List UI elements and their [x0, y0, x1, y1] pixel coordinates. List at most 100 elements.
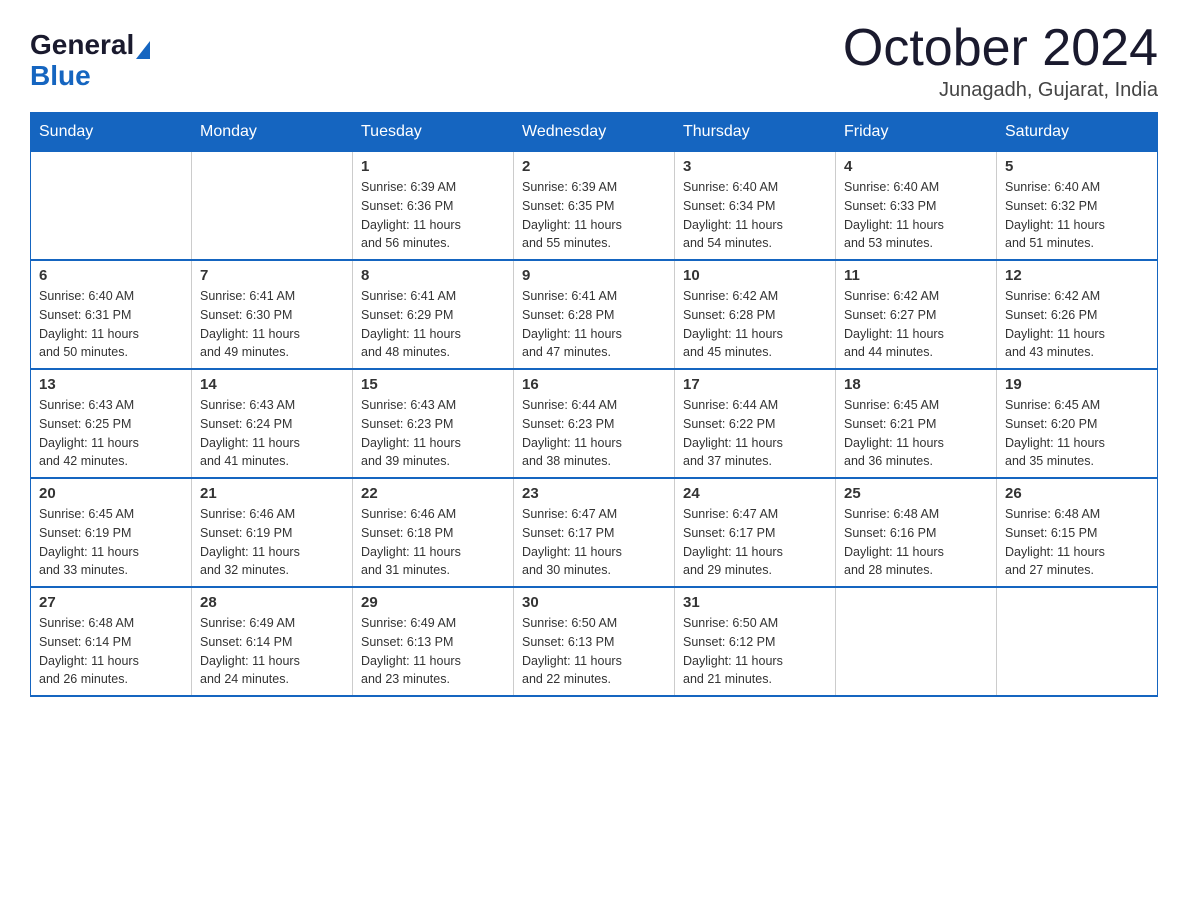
calendar-day-cell: 18 Sunrise: 6:45 AM Sunset: 6:21 PM Dayli…	[836, 369, 997, 478]
day-info: Sunrise: 6:40 AM Sunset: 6:33 PM Dayligh…	[844, 178, 988, 253]
calendar-day-cell: 7 Sunrise: 6:41 AM Sunset: 6:30 PM Daylig…	[192, 260, 353, 369]
day-info: Sunrise: 6:49 AM Sunset: 6:13 PM Dayligh…	[361, 614, 505, 689]
day-number: 3	[683, 158, 827, 175]
day-number: 28	[200, 594, 344, 611]
day-info: Sunrise: 6:42 AM Sunset: 6:28 PM Dayligh…	[683, 287, 827, 362]
calendar-day-cell: 5Sunrise: 6:40 AM Sunset: 6:32 PM Daylig…	[997, 152, 1158, 261]
calendar-day-cell: 24Sunrise: 6:47 AM Sunset: 6:17 PM Dayli…	[675, 478, 836, 587]
calendar-header-row: SundayMondayTuesdayWednesdayThursdayFrid…	[31, 113, 1158, 152]
day-number: 8	[361, 267, 505, 284]
day-info: Sunrise: 6:41 AM Sunset: 6:30 PM Dayligh…	[200, 287, 344, 362]
calendar-day-cell: 2 Sunrise: 6:39 AM Sunset: 6:35 PM Daylig…	[514, 152, 675, 261]
day-number: 9	[522, 267, 666, 284]
day-info: Sunrise: 6:46 AM Sunset: 6:18 PM Dayligh…	[361, 505, 505, 580]
calendar-header-wednesday: Wednesday	[514, 113, 675, 152]
day-number: 18	[844, 376, 988, 393]
day-number: 29	[361, 594, 505, 611]
day-number: 27	[39, 594, 183, 611]
day-info: Sunrise: 6:42 AM Sunset: 6:27 PM Dayligh…	[844, 287, 988, 362]
calendar-day-cell: 17 Sunrise: 6:44 AM Sunset: 6:22 PM Dayli…	[675, 369, 836, 478]
day-number: 1	[361, 158, 505, 175]
calendar-week-row: 6 Sunrise: 6:40 AM Sunset: 6:31 PM Daylig…	[31, 260, 1158, 369]
day-info: Sunrise: 6:48 AM Sunset: 6:15 PM Dayligh…	[1005, 505, 1149, 580]
calendar-week-row: 20 Sunrise: 6:45 AM Sunset: 6:19 PM Dayli…	[31, 478, 1158, 587]
day-info: Sunrise: 6:42 AM Sunset: 6:26 PM Dayligh…	[1005, 287, 1149, 362]
day-info: Sunrise: 6:45 AM Sunset: 6:20 PM Dayligh…	[1005, 396, 1149, 471]
calendar-week-row: 27 Sunrise: 6:48 AM Sunset: 6:14 PM Dayli…	[31, 587, 1158, 696]
calendar-day-cell	[192, 152, 353, 261]
calendar-day-cell: 20 Sunrise: 6:45 AM Sunset: 6:19 PM Dayli…	[31, 478, 192, 587]
day-number: 13	[39, 376, 183, 393]
calendar-day-cell: 9 Sunrise: 6:41 AM Sunset: 6:28 PM Daylig…	[514, 260, 675, 369]
day-number: 12	[1005, 267, 1149, 284]
day-number: 7	[200, 267, 344, 284]
day-info: Sunrise: 6:48 AM Sunset: 6:14 PM Dayligh…	[39, 614, 183, 689]
day-info: Sunrise: 6:48 AM Sunset: 6:16 PM Dayligh…	[844, 505, 988, 580]
logo-triangle-icon	[136, 41, 150, 59]
logo-blue-text: Blue	[30, 61, 150, 92]
day-number: 30	[522, 594, 666, 611]
calendar-day-cell: 21Sunrise: 6:46 AM Sunset: 6:19 PM Dayli…	[192, 478, 353, 587]
day-number: 4	[844, 158, 988, 175]
calendar-day-cell	[31, 152, 192, 261]
calendar-day-cell: 30 Sunrise: 6:50 AM Sunset: 6:13 PM Dayli…	[514, 587, 675, 696]
day-info: Sunrise: 6:50 AM Sunset: 6:13 PM Dayligh…	[522, 614, 666, 689]
day-info: Sunrise: 6:40 AM Sunset: 6:32 PM Dayligh…	[1005, 178, 1149, 253]
day-number: 2	[522, 158, 666, 175]
calendar-header-tuesday: Tuesday	[353, 113, 514, 152]
day-number: 6	[39, 267, 183, 284]
calendar-day-cell: 28 Sunrise: 6:49 AM Sunset: 6:14 PM Dayli…	[192, 587, 353, 696]
day-info: Sunrise: 6:45 AM Sunset: 6:21 PM Dayligh…	[844, 396, 988, 471]
day-number: 20	[39, 485, 183, 502]
calendar-day-cell: 15Sunrise: 6:43 AM Sunset: 6:23 PM Dayli…	[353, 369, 514, 478]
day-info: Sunrise: 6:41 AM Sunset: 6:29 PM Dayligh…	[361, 287, 505, 362]
day-number: 16	[522, 376, 666, 393]
day-number: 31	[683, 594, 827, 611]
calendar-day-cell: 3Sunrise: 6:40 AM Sunset: 6:34 PM Daylig…	[675, 152, 836, 261]
calendar-day-cell: 29 Sunrise: 6:49 AM Sunset: 6:13 PM Dayli…	[353, 587, 514, 696]
calendar-day-cell: 19 Sunrise: 6:45 AM Sunset: 6:20 PM Dayli…	[997, 369, 1158, 478]
logo: General Blue	[30, 30, 150, 92]
day-info: Sunrise: 6:43 AM Sunset: 6:25 PM Dayligh…	[39, 396, 183, 471]
calendar-week-row: 1Sunrise: 6:39 AM Sunset: 6:36 PM Daylig…	[31, 152, 1158, 261]
day-info: Sunrise: 6:45 AM Sunset: 6:19 PM Dayligh…	[39, 505, 183, 580]
day-number: 25	[844, 485, 988, 502]
day-info: Sunrise: 6:49 AM Sunset: 6:14 PM Dayligh…	[200, 614, 344, 689]
day-info: Sunrise: 6:41 AM Sunset: 6:28 PM Dayligh…	[522, 287, 666, 362]
day-info: Sunrise: 6:43 AM Sunset: 6:24 PM Dayligh…	[200, 396, 344, 471]
calendar-header-saturday: Saturday	[997, 113, 1158, 152]
calendar-day-cell: 25 Sunrise: 6:48 AM Sunset: 6:16 PM Dayli…	[836, 478, 997, 587]
title-area: October 2024 Junagadh, Gujarat, India	[843, 20, 1158, 102]
calendar-day-cell: 22 Sunrise: 6:46 AM Sunset: 6:18 PM Dayli…	[353, 478, 514, 587]
page-header: General Blue October 2024 Junagadh, Guja…	[30, 20, 1158, 102]
day-number: 26	[1005, 485, 1149, 502]
logo-general-text: General	[30, 30, 134, 61]
day-info: Sunrise: 6:47 AM Sunset: 6:17 PM Dayligh…	[522, 505, 666, 580]
calendar-day-cell: 13 Sunrise: 6:43 AM Sunset: 6:25 PM Dayli…	[31, 369, 192, 478]
calendar-day-cell: 8 Sunrise: 6:41 AM Sunset: 6:29 PM Daylig…	[353, 260, 514, 369]
calendar-day-cell: 23Sunrise: 6:47 AM Sunset: 6:17 PM Dayli…	[514, 478, 675, 587]
day-info: Sunrise: 6:46 AM Sunset: 6:19 PM Dayligh…	[200, 505, 344, 580]
day-info: Sunrise: 6:39 AM Sunset: 6:35 PM Dayligh…	[522, 178, 666, 253]
day-info: Sunrise: 6:40 AM Sunset: 6:31 PM Dayligh…	[39, 287, 183, 362]
month-title: October 2024	[843, 20, 1158, 77]
day-number: 24	[683, 485, 827, 502]
calendar-day-cell: 12 Sunrise: 6:42 AM Sunset: 6:26 PM Dayli…	[997, 260, 1158, 369]
day-info: Sunrise: 6:44 AM Sunset: 6:22 PM Dayligh…	[683, 396, 827, 471]
calendar-day-cell: 1Sunrise: 6:39 AM Sunset: 6:36 PM Daylig…	[353, 152, 514, 261]
location: Junagadh, Gujarat, India	[843, 79, 1158, 102]
calendar-header-monday: Monday	[192, 113, 353, 152]
day-number: 11	[844, 267, 988, 284]
calendar-day-cell: 16Sunrise: 6:44 AM Sunset: 6:23 PM Dayli…	[514, 369, 675, 478]
day-number: 17	[683, 376, 827, 393]
day-number: 10	[683, 267, 827, 284]
calendar-header-sunday: Sunday	[31, 113, 192, 152]
calendar-header-friday: Friday	[836, 113, 997, 152]
day-number: 22	[361, 485, 505, 502]
calendar-week-row: 13 Sunrise: 6:43 AM Sunset: 6:25 PM Dayli…	[31, 369, 1158, 478]
calendar-day-cell: 26 Sunrise: 6:48 AM Sunset: 6:15 PM Dayli…	[997, 478, 1158, 587]
day-info: Sunrise: 6:50 AM Sunset: 6:12 PM Dayligh…	[683, 614, 827, 689]
calendar-day-cell: 14Sunrise: 6:43 AM Sunset: 6:24 PM Dayli…	[192, 369, 353, 478]
day-info: Sunrise: 6:43 AM Sunset: 6:23 PM Dayligh…	[361, 396, 505, 471]
day-number: 19	[1005, 376, 1149, 393]
